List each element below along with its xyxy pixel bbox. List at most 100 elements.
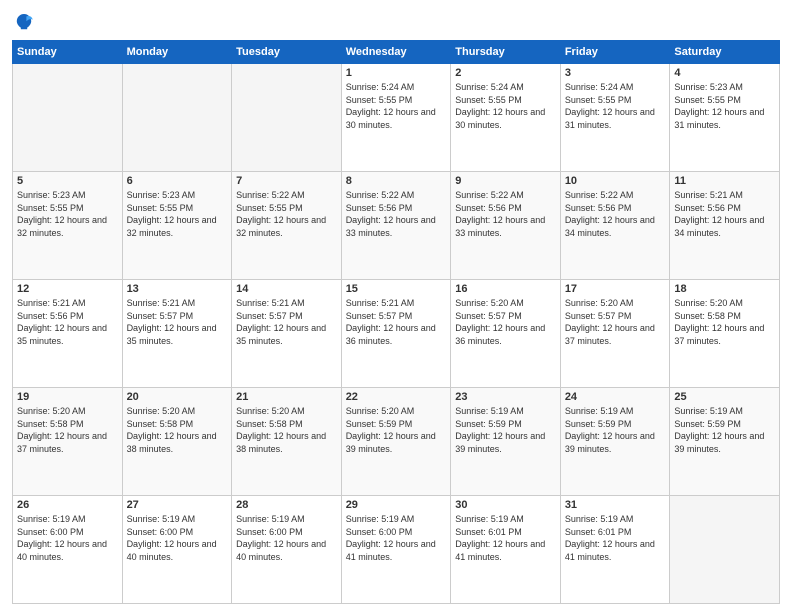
calendar-week-row: 5 Sunrise: 5:23 AMSunset: 5:55 PMDaylight… [13, 172, 780, 280]
day-number: 3 [565, 67, 666, 79]
day-info: Sunrise: 5:21 AMSunset: 5:56 PMDaylight:… [17, 297, 118, 347]
day-info: Sunrise: 5:19 AMSunset: 6:00 PMDaylight:… [17, 513, 118, 563]
day-info: Sunrise: 5:20 AMSunset: 5:58 PMDaylight:… [236, 405, 337, 455]
day-number: 30 [455, 499, 556, 511]
day-number: 22 [346, 391, 447, 403]
weekday-header-wednesday: Wednesday [341, 41, 451, 64]
day-cell: 27Sunrise: 5:19 AMSunset: 6:00 PMDayligh… [122, 496, 232, 604]
day-cell: 2 Sunrise: 5:24 AMSunset: 5:55 PMDaylight… [451, 64, 561, 172]
day-info: Sunrise: 5:20 AMSunset: 5:57 PMDaylight:… [455, 297, 556, 347]
day-number: 13 [127, 283, 228, 295]
day-number: 24 [565, 391, 666, 403]
day-cell: 29 Sunrise: 5:19 AMSunset: 6:00 PMDayligh… [341, 496, 451, 604]
day-cell: 20 Sunrise: 5:20 AMSunset: 5:58 PMDayligh… [122, 388, 232, 496]
day-info: Sunrise: 5:21 AMSunset: 5:56 PMDaylight:… [674, 189, 775, 239]
header [12, 10, 780, 34]
page: SundayMondayTuesdayWednesdayThursdayFrid… [0, 0, 792, 612]
day-cell: 26 Sunrise: 5:19 AMSunset: 6:00 PMDayligh… [13, 496, 123, 604]
day-info: Sunrise: 5:20 AMSunset: 5:59 PMDaylight:… [346, 405, 447, 455]
day-number: 26 [17, 499, 118, 511]
calendar-week-row: 19 Sunrise: 5:20 AMSunset: 5:58 PMDayligh… [13, 388, 780, 496]
day-cell: 5 Sunrise: 5:23 AMSunset: 5:55 PMDaylight… [13, 172, 123, 280]
day-info: Sunrise: 5:19 AMSunset: 6:01 PMDaylight:… [455, 513, 556, 563]
day-number: 9 [455, 175, 556, 187]
day-cell: 15 Sunrise: 5:21 AMSunset: 5:57 PMDayligh… [341, 280, 451, 388]
calendar-week-row: 26 Sunrise: 5:19 AMSunset: 6:00 PMDayligh… [13, 496, 780, 604]
day-number: 15 [346, 283, 447, 295]
day-info: Sunrise: 5:22 AMSunset: 5:55 PMDaylight:… [236, 189, 337, 239]
empty-cell [13, 64, 123, 172]
day-cell: 10 Sunrise: 5:22 AMSunset: 5:56 PMDayligh… [560, 172, 670, 280]
day-cell: 8Sunrise: 5:22 AMSunset: 5:56 PMDaylight… [341, 172, 451, 280]
day-number: 21 [236, 391, 337, 403]
day-info: Sunrise: 5:22 AMSunset: 5:56 PMDaylight:… [455, 189, 556, 239]
day-number: 20 [127, 391, 228, 403]
calendar-week-row: 12 Sunrise: 5:21 AMSunset: 5:56 PMDayligh… [13, 280, 780, 388]
calendar-week-row: 1 Sunrise: 5:24 AMSunset: 5:55 PMDaylight… [13, 64, 780, 172]
day-info: Sunrise: 5:19 AMSunset: 6:00 PMDaylight:… [346, 513, 447, 563]
logo-icon [12, 10, 36, 34]
day-number: 14 [236, 283, 337, 295]
day-cell: 13Sunrise: 5:21 AMSunset: 5:57 PMDayligh… [122, 280, 232, 388]
day-number: 18 [674, 283, 775, 295]
day-info: Sunrise: 5:19 AMSunset: 5:59 PMDaylight:… [565, 405, 666, 455]
day-cell: 30 Sunrise: 5:19 AMSunset: 6:01 PMDayligh… [451, 496, 561, 604]
calendar-table: SundayMondayTuesdayWednesdayThursdayFrid… [12, 40, 780, 604]
day-number: 19 [17, 391, 118, 403]
day-info: Sunrise: 5:20 AMSunset: 5:57 PMDaylight:… [565, 297, 666, 347]
day-info: Sunrise: 5:24 AMSunset: 5:55 PMDaylight:… [455, 81, 556, 131]
day-cell: 24 Sunrise: 5:19 AMSunset: 5:59 PMDayligh… [560, 388, 670, 496]
day-number: 2 [455, 67, 556, 79]
logo [12, 10, 40, 34]
day-info: Sunrise: 5:20 AMSunset: 5:58 PMDaylight:… [17, 405, 118, 455]
day-info: Sunrise: 5:20 AMSunset: 5:58 PMDaylight:… [674, 297, 775, 347]
day-cell: 25Sunrise: 5:19 AMSunset: 5:59 PMDayligh… [670, 388, 780, 496]
day-cell: 11 Sunrise: 5:21 AMSunset: 5:56 PMDayligh… [670, 172, 780, 280]
day-number: 23 [455, 391, 556, 403]
day-number: 5 [17, 175, 118, 187]
day-cell: 9 Sunrise: 5:22 AMSunset: 5:56 PMDaylight… [451, 172, 561, 280]
day-cell: 23 Sunrise: 5:19 AMSunset: 5:59 PMDayligh… [451, 388, 561, 496]
day-cell: 17Sunrise: 5:20 AMSunset: 5:57 PMDayligh… [560, 280, 670, 388]
calendar-header-row: SundayMondayTuesdayWednesdayThursdayFrid… [13, 41, 780, 64]
day-cell: 14 Sunrise: 5:21 AMSunset: 5:57 PMDayligh… [232, 280, 342, 388]
weekday-header-tuesday: Tuesday [232, 41, 342, 64]
weekday-header-monday: Monday [122, 41, 232, 64]
day-info: Sunrise: 5:24 AMSunset: 5:55 PMDaylight:… [565, 81, 666, 131]
day-info: Sunrise: 5:22 AMSunset: 5:56 PMDaylight:… [565, 189, 666, 239]
day-info: Sunrise: 5:23 AMSunset: 5:55 PMDaylight:… [674, 81, 775, 131]
day-info: Sunrise: 5:20 AMSunset: 5:58 PMDaylight:… [127, 405, 228, 455]
weekday-header-friday: Friday [560, 41, 670, 64]
day-number: 7 [236, 175, 337, 187]
day-number: 16 [455, 283, 556, 295]
day-info: Sunrise: 5:21 AMSunset: 5:57 PMDaylight:… [236, 297, 337, 347]
day-cell: 18 Sunrise: 5:20 AMSunset: 5:58 PMDayligh… [670, 280, 780, 388]
empty-cell [122, 64, 232, 172]
day-info: Sunrise: 5:23 AMSunset: 5:55 PMDaylight:… [127, 189, 228, 239]
day-number: 4 [674, 67, 775, 79]
day-info: Sunrise: 5:19 AMSunset: 5:59 PMDaylight:… [455, 405, 556, 455]
day-number: 1 [346, 67, 447, 79]
empty-cell [670, 496, 780, 604]
day-number: 12 [17, 283, 118, 295]
day-info: Sunrise: 5:22 AMSunset: 5:56 PMDaylight:… [346, 189, 447, 239]
day-info: Sunrise: 5:21 AMSunset: 5:57 PMDaylight:… [346, 297, 447, 347]
day-cell: 19 Sunrise: 5:20 AMSunset: 5:58 PMDayligh… [13, 388, 123, 496]
day-cell: 12 Sunrise: 5:21 AMSunset: 5:56 PMDayligh… [13, 280, 123, 388]
day-info: Sunrise: 5:24 AMSunset: 5:55 PMDaylight:… [346, 81, 447, 131]
day-number: 11 [674, 175, 775, 187]
day-cell: 22 Sunrise: 5:20 AMSunset: 5:59 PMDayligh… [341, 388, 451, 496]
day-cell: 21 Sunrise: 5:20 AMSunset: 5:58 PMDayligh… [232, 388, 342, 496]
day-cell: 1 Sunrise: 5:24 AMSunset: 5:55 PMDaylight… [341, 64, 451, 172]
day-number: 29 [346, 499, 447, 511]
empty-cell [232, 64, 342, 172]
day-number: 10 [565, 175, 666, 187]
day-info: Sunrise: 5:19 AMSunset: 6:01 PMDaylight:… [565, 513, 666, 563]
day-cell: 31Sunrise: 5:19 AMSunset: 6:01 PMDayligh… [560, 496, 670, 604]
day-info: Sunrise: 5:19 AMSunset: 5:59 PMDaylight:… [674, 405, 775, 455]
day-number: 27 [127, 499, 228, 511]
day-info: Sunrise: 5:23 AMSunset: 5:55 PMDaylight:… [17, 189, 118, 239]
weekday-header-saturday: Saturday [670, 41, 780, 64]
day-cell: 16 Sunrise: 5:20 AMSunset: 5:57 PMDayligh… [451, 280, 561, 388]
day-cell: 3 Sunrise: 5:24 AMSunset: 5:55 PMDaylight… [560, 64, 670, 172]
